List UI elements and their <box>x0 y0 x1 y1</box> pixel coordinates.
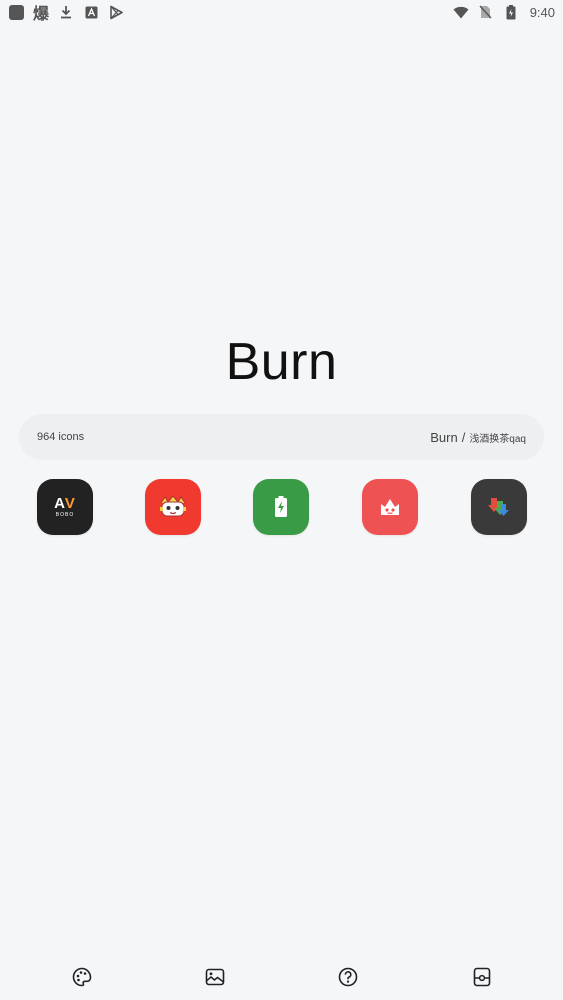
bao-char-icon: 爆 <box>33 4 50 23</box>
clock: 9:40 <box>529 4 555 20</box>
help-icon <box>338 967 358 987</box>
wallpaper-icon <box>205 968 225 986</box>
app-square-icon <box>8 4 24 20</box>
av-sub-label: BOBO <box>55 512 75 518</box>
download-icon <box>58 4 74 20</box>
a-box-icon <box>83 4 99 20</box>
page-title: Burn <box>225 333 338 391</box>
battery-icon <box>503 4 519 20</box>
nav-help[interactable] <box>337 966 359 988</box>
info-card[interactable]: 964 icons Burn / 浅酒换茶qaq <box>19 414 544 460</box>
theme-name: Burn <box>430 429 458 445</box>
av-letter-a: A <box>54 495 65 512</box>
app-icon-av-bobo[interactable]: AV BOBO <box>37 479 93 535</box>
credit-separator: / <box>461 429 466 445</box>
credit: Burn / 浅酒换茶qaq <box>430 430 526 445</box>
apply-icon <box>473 967 491 987</box>
battery-bolt-icon <box>275 496 287 517</box>
nav-wallpaper[interactable] <box>204 966 226 988</box>
icon-preview-row: AV BOBO <box>37 479 527 535</box>
wifi-icon <box>453 4 469 20</box>
author-name: 浅酒换茶qaq <box>469 433 526 445</box>
status-bar: 爆 9:40 <box>0 0 563 24</box>
app-icon-download[interactable] <box>471 479 527 535</box>
bottom-nav <box>0 956 563 1000</box>
nav-apply[interactable] <box>471 966 493 988</box>
color-arrows-icon <box>488 498 509 516</box>
crown-mascot-icon <box>381 499 399 515</box>
comic-face-icon <box>160 495 186 517</box>
nav-icons-palette[interactable] <box>71 966 93 988</box>
av-letter-v: V <box>64 495 76 512</box>
status-right: 9:40 <box>453 4 555 20</box>
av-bobo-logo-icon: AV BOBO <box>54 496 76 518</box>
status-left: 爆 <box>8 0 124 24</box>
play-store-icon <box>108 4 124 20</box>
screen: 爆 9:40 Burn 964 icons Burn / 浅酒换茶qaq AV … <box>0 0 563 1000</box>
icon-count: 964 icons <box>37 431 85 443</box>
palette-icon <box>72 967 92 987</box>
no-sim-icon <box>478 4 494 20</box>
app-icon-comic[interactable] <box>145 479 201 535</box>
app-icon-crown[interactable] <box>362 479 418 535</box>
app-icon-battery[interactable] <box>253 479 309 535</box>
